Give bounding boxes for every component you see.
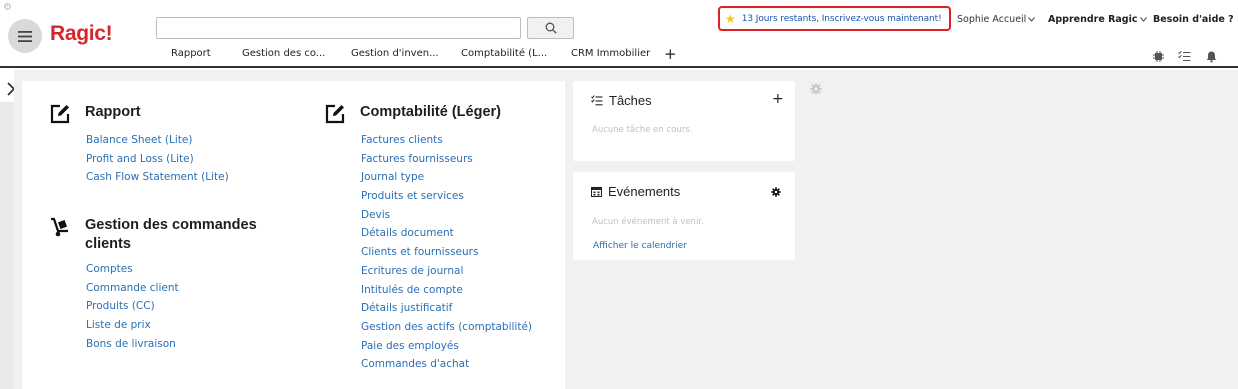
link-intitules-compte[interactable]: Intitulés de compte [361,281,532,300]
section-title-comptabilite: Comptabilité (Léger) [360,104,501,120]
learn-ragic-menu[interactable]: Apprendre Ragic [1048,14,1147,25]
search-input[interactable] [156,17,521,39]
search-icon [545,22,557,34]
link-profit-loss[interactable]: Profit and Loss (Lite) [86,150,229,169]
task-list-icon[interactable] [1178,50,1191,63]
calendar-icon [591,186,602,197]
link-paie-employes[interactable]: Paie des employés [361,337,532,356]
link-details-justificatif[interactable]: Détails justificatif [361,299,532,318]
search-button[interactable] [527,17,574,39]
tab-gestion-commandes[interactable]: Gestion des co... [242,48,325,59]
tasks-panel: Tâches + Aucune tâche en cours. [573,81,795,161]
events-panel: Evénements Aucun événement à venir. Affi… [573,172,795,260]
chevron-down-icon [1139,14,1147,25]
trial-text: 13 Jours restants, Inscrivez-vous mainte… [741,13,942,24]
section-title-commandes-line2: clients [85,236,131,252]
trial-banner[interactable]: ★ 13 Jours restants, Inscrivez-vous main… [718,6,951,31]
settings-gear-icon[interactable]: ⚙ [3,3,13,13]
link-factures-clients[interactable]: Factures clients [361,131,532,150]
task-list-icon [591,95,603,106]
tab-gestion-inventaire[interactable]: Gestion d'inven... [351,48,439,59]
tab-crm-immobilier[interactable]: CRM Immobilier [571,48,650,59]
link-details-document[interactable]: Détails document [361,224,532,243]
link-gestion-actifs[interactable]: Gestion des actifs (comptabilité) [361,318,532,337]
link-produits-services[interactable]: Produits et services [361,187,532,206]
link-devis[interactable]: Devis [361,206,532,225]
link-cash-flow[interactable]: Cash Flow Statement (Lite) [86,168,229,187]
section-comptabilite: Comptabilité (Léger) Factures clients Fa… [324,103,532,374]
tasks-title: Tâches [609,93,652,108]
link-bons-livraison[interactable]: Bons de livraison [86,335,257,354]
link-commande-client[interactable]: Commande client [86,279,257,298]
section-rapport: Rapport Balance Sheet (Lite) Profit and … [49,103,229,187]
link-journal-type[interactable]: Journal type [361,168,532,187]
main-menu-button[interactable] [8,19,42,53]
chevron-down-icon [1028,14,1036,25]
learn-ragic-label: Apprendre Ragic [1048,14,1138,25]
star-icon: ★ [725,11,736,26]
link-factures-fournisseurs[interactable]: Factures fournisseurs [361,150,532,169]
events-settings-gear-icon[interactable] [771,187,781,197]
link-balance-sheet[interactable]: Balance Sheet (Lite) [86,131,229,150]
top-bar: ⚙ Ragic! Rapport Gestion des co... Gesti… [0,0,1238,68]
edit-sheet-icon [50,104,70,124]
help-link[interactable]: Besoin d'aide ? [1153,14,1234,25]
notification-bell-icon[interactable] [1205,50,1218,63]
dolly-icon [51,217,68,237]
sheet-directory-card: Rapport Balance Sheet (Lite) Profit and … [22,81,565,389]
link-comptes[interactable]: Comptes [86,260,257,279]
link-produits-cc[interactable]: Produits (CC) [86,297,257,316]
events-empty-text: Aucun événement à venir. [592,217,704,227]
user-menu[interactable]: Sophie Accueil [957,14,1036,25]
widget-settings-gear-icon[interactable] [810,83,822,95]
add-tab-button[interactable]: + [664,45,677,63]
events-title: Evénements [608,184,681,199]
link-liste-prix[interactable]: Liste de prix [86,316,257,335]
edit-sheet-icon [325,104,345,124]
hamburger-icon [18,30,32,42]
link-commandes-achat[interactable]: Commandes d'achat [361,355,532,374]
section-title-commandes-line1: Gestion des commandes [85,217,257,233]
tasks-empty-text: Aucune tâche en cours. [592,125,693,135]
sidebar-collapsed-strip [0,102,14,389]
show-calendar-link[interactable]: Afficher le calendrier [593,241,687,251]
section-title-rapport: Rapport [85,104,141,120]
user-name: Sophie Accueil [957,14,1027,25]
tab-rapport[interactable]: Rapport [171,48,211,59]
section-gestion-commandes: Gestion des commandes clients Comptes Co… [49,216,257,353]
tab-comptabilite[interactable]: Comptabilité (L... [461,48,547,59]
link-clients-fournisseurs[interactable]: Clients et fournisseurs [361,243,532,262]
ragic-logo[interactable]: Ragic! [50,22,113,46]
ai-chip-icon[interactable] [1152,50,1165,63]
add-task-button[interactable]: + [772,91,784,107]
link-ecritures-journal[interactable]: Ecritures de journal [361,262,532,281]
